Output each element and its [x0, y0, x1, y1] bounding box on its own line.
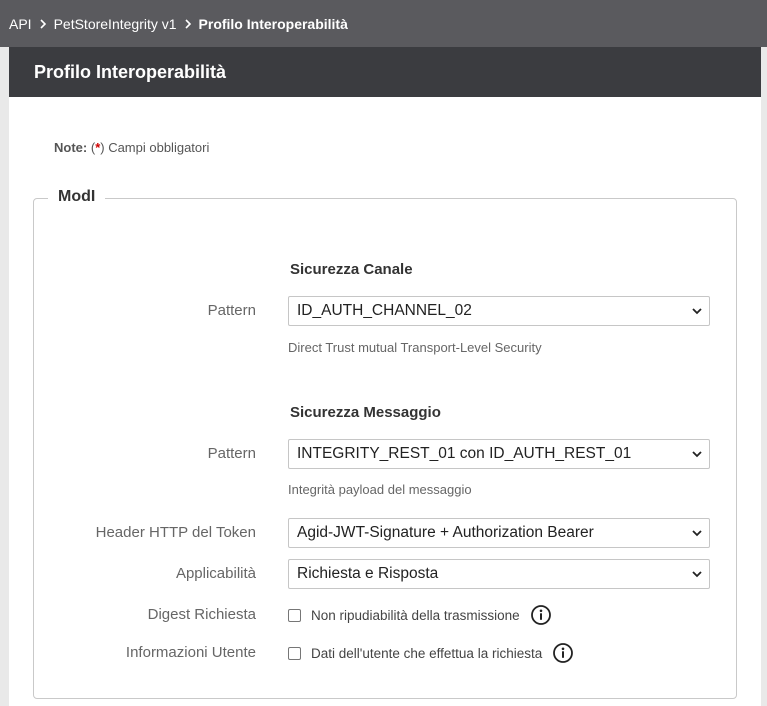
chevron-down-icon [692, 451, 702, 458]
form-panel: Note: (*) Campi obbligatori ModI Sicurez… [9, 97, 761, 706]
section-title-messaggio: Sicurezza Messaggio [290, 404, 441, 421]
breadcrumb-item-api[interactable]: API [9, 16, 32, 32]
note-text: ) Campi obbligatori [100, 140, 210, 155]
header-token-select[interactable]: Agid-JWT-Signature + Authorization Beare… [288, 518, 710, 548]
digest-checkbox[interactable] [288, 608, 301, 622]
modi-fieldset: ModI Sicurezza Canale Pattern ID_AUTH_CH… [33, 188, 737, 699]
digest-label: Digest Richiesta [147, 606, 256, 623]
chevron-right-icon [32, 16, 54, 32]
messaggio-pattern-label: Pattern [207, 445, 256, 462]
canale-pattern-select[interactable]: ID_AUTH_CHANNEL_02 [288, 296, 710, 326]
utente-check-row: Dati dell'utente che effettua la richies… [288, 642, 574, 664]
chevron-down-icon [692, 530, 702, 537]
chevron-down-icon [692, 308, 702, 315]
chevron-right-icon [177, 16, 199, 32]
messaggio-pattern-value: INTEGRITY_REST_01 con ID_AUTH_REST_01 [297, 445, 632, 462]
utente-checkbox-label[interactable]: Dati dell'utente che effettua la richies… [311, 646, 542, 661]
section-title-canale: Sicurezza Canale [290, 261, 413, 278]
note-label: Note: [54, 140, 88, 155]
page-title: Profilo Interoperabilità [34, 61, 227, 82]
header-token-value: Agid-JWT-Signature + Authorization Beare… [297, 524, 594, 541]
canale-pattern-label: Pattern [207, 302, 256, 319]
info-circle-icon[interactable] [530, 604, 552, 626]
page-header: Profilo Interoperabilità [9, 47, 761, 97]
digest-checkbox-label[interactable]: Non ripudiabilità della trasmissione [311, 608, 520, 623]
applicabilita-select[interactable]: Richiesta e Risposta [288, 559, 710, 589]
utente-label: Informazioni Utente [125, 644, 256, 661]
messaggio-pattern-select[interactable]: INTEGRITY_REST_01 con ID_AUTH_REST_01 [288, 439, 710, 469]
applicabilita-label: Applicabilità [175, 565, 256, 582]
utente-checkbox[interactable] [288, 646, 301, 660]
required-note: Note: (*) Campi obbligatori [54, 140, 209, 155]
breadcrumb: API PetStoreIntegrity v1 Profilo Interop… [0, 0, 767, 47]
canale-pattern-help: Direct Trust mutual Transport-Level Secu… [288, 340, 542, 355]
chevron-down-icon [692, 571, 702, 578]
breadcrumb-current: Profilo Interoperabilità [198, 15, 348, 32]
digest-check-row: Non ripudiabilità della trasmissione [288, 604, 552, 626]
info-circle-icon[interactable] [552, 642, 574, 664]
fieldset-legend: ModI [48, 188, 106, 206]
messaggio-pattern-help: Integrità payload del messaggio [288, 482, 472, 497]
breadcrumb-item-api-name[interactable]: PetStoreIntegrity v1 [54, 16, 177, 32]
page: API PetStoreIntegrity v1 Profilo Interop… [0, 0, 767, 706]
header-token-label: Header HTTP del Token [95, 524, 256, 541]
applicabilita-value: Richiesta e Risposta [297, 565, 439, 582]
canale-pattern-value: ID_AUTH_CHANNEL_02 [297, 302, 472, 319]
